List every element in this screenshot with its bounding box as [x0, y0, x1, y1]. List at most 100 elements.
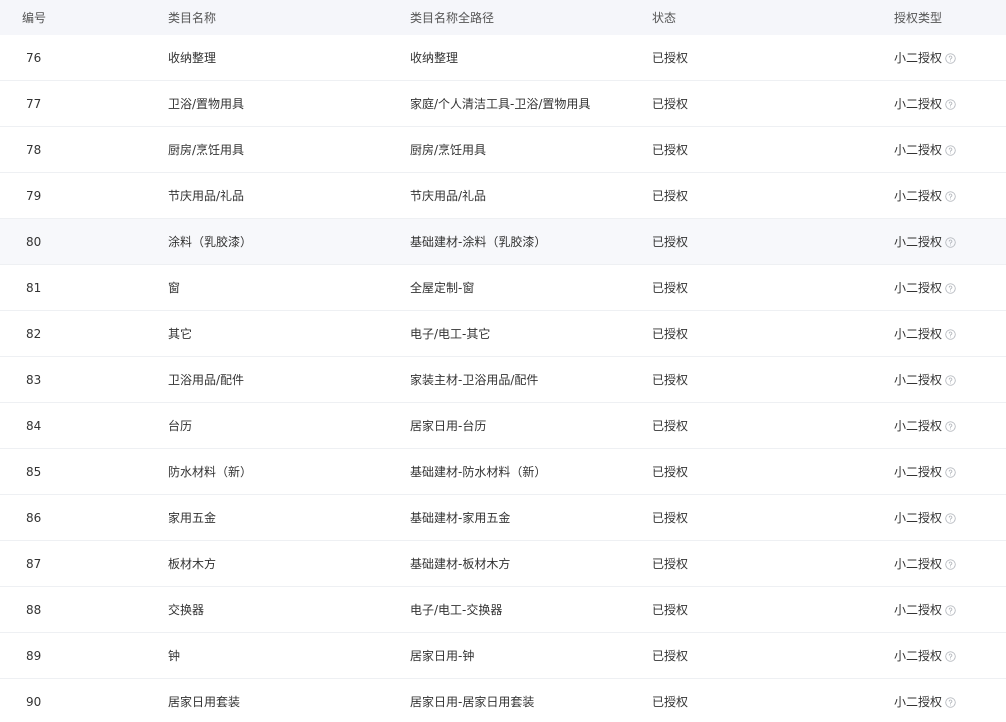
table-row[interactable]: 79 节庆用品/礼品 节庆用品/礼品 已授权 小二授权: [0, 173, 1006, 219]
table-row[interactable]: 81 窗 全屋定制-窗 已授权 小二授权: [0, 265, 1006, 311]
table-row[interactable]: 89 钟 居家日用-钟 已授权 小二授权: [0, 633, 1006, 679]
row-category-name: 卫浴用品/配件: [168, 373, 245, 387]
row-auth-type: 小二授权: [894, 509, 1006, 526]
row-status: 已授权: [652, 281, 689, 295]
row-auth-type-label: 小二授权: [894, 327, 943, 341]
question-circle-icon[interactable]: [945, 236, 956, 248]
row-category-name: 节庆用品/礼品: [168, 189, 245, 203]
row-id: 82: [26, 326, 42, 341]
row-id: 80: [26, 234, 42, 249]
row-category-name: 家用五金: [168, 511, 217, 525]
row-id: 85: [26, 464, 42, 479]
row-category-path: 居家日用-台历: [410, 419, 487, 433]
question-circle-icon[interactable]: [945, 558, 956, 570]
question-circle-icon[interactable]: [945, 374, 956, 386]
row-category-path: 收纳整理: [410, 51, 459, 65]
row-status: 已授权: [652, 649, 689, 663]
table-row[interactable]: 80 涂料（乳胶漆） 基础建材-涂料（乳胶漆） 已授权 小二授权: [0, 219, 1006, 265]
row-status: 已授权: [652, 235, 689, 249]
row-auth-type-label: 小二授权: [894, 465, 943, 479]
row-auth-type-label: 小二授权: [894, 557, 943, 571]
row-status: 已授权: [652, 97, 689, 111]
row-category-name: 窗: [168, 281, 181, 295]
row-status: 已授权: [652, 51, 689, 65]
row-status: 已授权: [652, 695, 689, 709]
question-circle-icon[interactable]: [945, 696, 956, 708]
row-auth-type: 小二授权: [894, 49, 1006, 66]
row-status: 已授权: [652, 189, 689, 203]
question-circle-icon[interactable]: [945, 190, 956, 202]
row-status: 已授权: [652, 143, 689, 157]
table-row[interactable]: 78 厨房/烹饪用具 厨房/烹饪用具 已授权 小二授权: [0, 127, 1006, 173]
row-category-name: 交换器: [168, 603, 205, 617]
question-circle-icon[interactable]: [945, 282, 956, 294]
row-category-path: 家装主材-卫浴用品/配件: [410, 373, 539, 387]
row-auth-type: 小二授权: [894, 233, 1006, 250]
row-auth-type-label: 小二授权: [894, 649, 943, 663]
question-circle-icon[interactable]: [945, 52, 956, 64]
row-category-path: 全屋定制-窗: [410, 281, 475, 295]
table-row[interactable]: 90 居家日用套装 居家日用-居家日用套装 已授权 小二授权: [0, 679, 1006, 722]
row-auth-type-label: 小二授权: [894, 235, 943, 249]
column-header-id: 编号: [22, 11, 47, 25]
row-category-name: 涂料（乳胶漆）: [168, 235, 253, 249]
row-id: 78: [26, 142, 42, 157]
row-category-name: 居家日用套装: [168, 695, 241, 709]
row-category-name: 板材木方: [168, 557, 217, 571]
question-circle-icon[interactable]: [945, 512, 956, 524]
table-row[interactable]: 84 台历 居家日用-台历 已授权 小二授权: [0, 403, 1006, 449]
column-header-path: 类目名称全路径: [410, 11, 495, 25]
row-category-path: 电子/电工-其它: [410, 327, 491, 341]
row-auth-type-label: 小二授权: [894, 373, 943, 387]
row-auth-type: 小二授权: [894, 463, 1006, 480]
row-category-path: 厨房/烹饪用具: [410, 143, 487, 157]
column-header-status: 状态: [652, 11, 677, 25]
row-category-path: 基础建材-板材木方: [410, 557, 511, 571]
row-status: 已授权: [652, 603, 689, 617]
row-category-path: 节庆用品/礼品: [410, 189, 487, 203]
row-auth-type: 小二授权: [894, 417, 1006, 434]
row-status: 已授权: [652, 557, 689, 571]
question-circle-icon[interactable]: [945, 328, 956, 340]
row-id: 76: [26, 50, 42, 65]
question-circle-icon[interactable]: [945, 466, 956, 478]
row-category-name: 其它: [168, 327, 193, 341]
row-id: 88: [26, 602, 42, 617]
row-auth-type-label: 小二授权: [894, 51, 943, 65]
table-row[interactable]: 76 收纳整理 收纳整理 已授权 小二授权: [0, 35, 1006, 81]
row-category-name: 防水材料（新）: [168, 465, 253, 479]
row-category-name: 台历: [168, 419, 193, 433]
table-row[interactable]: 86 家用五金 基础建材-家用五金 已授权 小二授权: [0, 495, 1006, 541]
row-auth-type: 小二授权: [894, 555, 1006, 572]
row-auth-type: 小二授权: [894, 187, 1006, 204]
row-auth-type-label: 小二授权: [894, 419, 943, 433]
row-auth-type-label: 小二授权: [894, 695, 943, 709]
row-id: 84: [26, 418, 42, 433]
row-status: 已授权: [652, 327, 689, 341]
row-category-name: 收纳整理: [168, 51, 217, 65]
question-circle-icon[interactable]: [945, 604, 956, 616]
table-row[interactable]: 82 其它 电子/电工-其它 已授权 小二授权: [0, 311, 1006, 357]
row-auth-type: 小二授权: [894, 647, 1006, 664]
row-category-path: 基础建材-涂料（乳胶漆）: [410, 235, 547, 249]
question-circle-icon[interactable]: [945, 420, 956, 432]
row-category-path: 基础建材-防水材料（新）: [410, 465, 547, 479]
table-row[interactable]: 83 卫浴用品/配件 家装主材-卫浴用品/配件 已授权 小二授权: [0, 357, 1006, 403]
column-header-name: 类目名称: [168, 11, 217, 25]
row-status: 已授权: [652, 465, 689, 479]
row-category-name: 钟: [168, 649, 181, 663]
table-row[interactable]: 87 板材木方 基础建材-板材木方 已授权 小二授权: [0, 541, 1006, 587]
table-row[interactable]: 88 交换器 电子/电工-交换器 已授权 小二授权: [0, 587, 1006, 633]
row-auth-type-label: 小二授权: [894, 97, 943, 111]
row-id: 79: [26, 188, 42, 203]
question-circle-icon[interactable]: [945, 144, 956, 156]
row-id: 81: [26, 280, 42, 295]
category-auth-table: 编号 类目名称 类目名称全路径 状态 授权类型 76 收纳整理 收纳整理 已授权 小二授…: [0, 0, 1006, 722]
row-category-path: 居家日用-钟: [410, 649, 475, 663]
row-id: 77: [26, 96, 42, 111]
table-body: 76 收纳整理 收纳整理 已授权 小二授权 77 卫浴/置物用具 家庭/个人清洁工具-卫浴/置…: [0, 35, 1006, 722]
table-row[interactable]: 85 防水材料（新） 基础建材-防水材料（新） 已授权 小二授权: [0, 449, 1006, 495]
question-circle-icon[interactable]: [945, 98, 956, 110]
question-circle-icon[interactable]: [945, 650, 956, 662]
table-row[interactable]: 77 卫浴/置物用具 家庭/个人清洁工具-卫浴/置物用具 已授权 小二授权: [0, 81, 1006, 127]
